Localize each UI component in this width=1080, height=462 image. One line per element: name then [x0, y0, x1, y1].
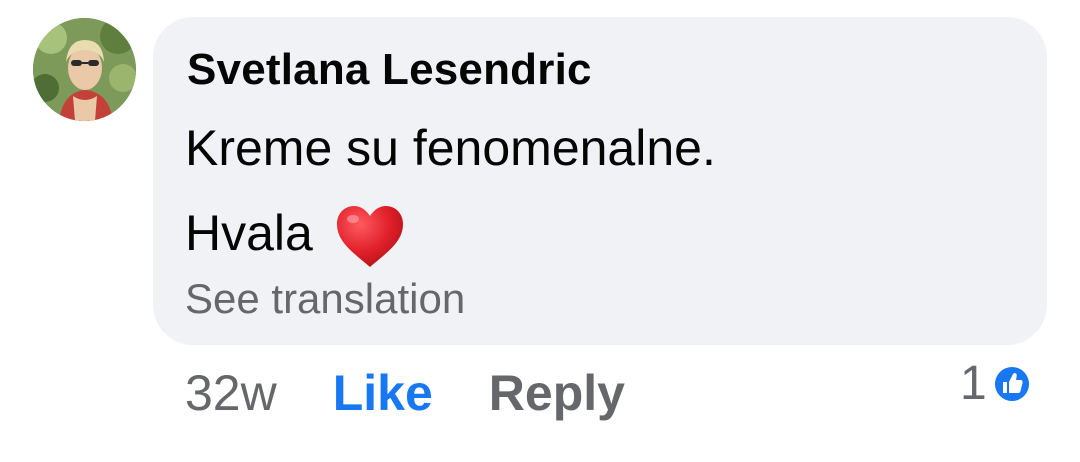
author-name[interactable]: Svetlana Lesendric [187, 45, 592, 95]
reaction-summary[interactable]: 1 [960, 356, 1033, 411]
like-reaction-icon [991, 363, 1032, 404]
avatar-photo [33, 18, 136, 121]
comment-bubble: Svetlana Lesendric Kreme su fenomenalne.… [153, 17, 1047, 345]
comment-text-line1: Kreme su fenomenalne. [185, 120, 716, 176]
comment: Svetlana Lesendric Kreme su fenomenalne.… [0, 0, 1080, 462]
comment-timestamp[interactable]: 32w [185, 364, 277, 422]
heart-emoji-icon [336, 206, 403, 267]
reaction-count: 1 [960, 357, 987, 410]
avatar[interactable] [33, 18, 136, 121]
reply-button[interactable]: Reply [489, 364, 625, 422]
see-translation-link[interactable]: See translation [185, 275, 465, 323]
comment-text-hvala: Hvala [185, 205, 313, 261]
comment-text-line2: Hvala [185, 197, 405, 269]
comment-actions: 32w Like Reply [185, 364, 625, 422]
like-button[interactable]: Like [333, 364, 433, 422]
